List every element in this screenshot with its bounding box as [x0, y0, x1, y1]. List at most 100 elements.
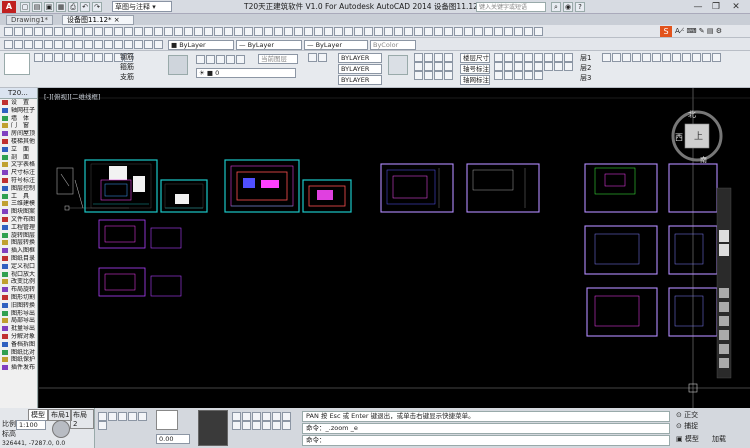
- tool-icon[interactable]: [254, 27, 263, 36]
- tool-icon[interactable]: [282, 421, 291, 430]
- tool-icon[interactable]: [444, 62, 453, 71]
- tool-icon[interactable]: [226, 55, 235, 64]
- tool-icon[interactable]: [214, 27, 223, 36]
- tianzheng-menu-item[interactable]: 定义视口: [0, 263, 37, 271]
- tool-icon[interactable]: [262, 421, 271, 430]
- minimize-button[interactable]: —: [690, 1, 706, 13]
- tool-icon[interactable]: [144, 40, 153, 49]
- tool-icon[interactable]: [104, 27, 113, 36]
- ime-icon[interactable]: S: [660, 26, 672, 37]
- tool-icon[interactable]: [424, 62, 433, 71]
- tool-icon[interactable]: [236, 55, 245, 64]
- tool-icon[interactable]: [414, 53, 423, 62]
- tianzheng-menu-item[interactable]: 布局旋转: [0, 286, 37, 294]
- tianzheng-menu-item[interactable]: 文字表格: [0, 161, 37, 169]
- tool-icon[interactable]: [124, 40, 133, 49]
- tool-icon[interactable]: [294, 27, 303, 36]
- tianzheng-menu-item[interactable]: 插入图框: [0, 247, 37, 255]
- snap-toggle[interactable]: ⊙ 捕捉: [676, 422, 698, 431]
- plotstyle-combo[interactable]: ByColor: [370, 40, 416, 50]
- tool-icon[interactable]: [504, 71, 513, 80]
- new-icon[interactable]: ▢: [20, 2, 30, 12]
- tool-icon[interactable]: [64, 27, 73, 36]
- tool-icon[interactable]: [464, 27, 473, 36]
- globe-icon[interactable]: [52, 420, 70, 438]
- layer-combo[interactable]: ☀ ■ 0: [196, 68, 296, 78]
- tool-icon[interactable]: [282, 412, 291, 421]
- tool-icon[interactable]: [384, 27, 393, 36]
- scale-combo[interactable]: 1:100: [16, 420, 46, 430]
- tool-icon[interactable]: [504, 27, 513, 36]
- tianzheng-menu-item[interactable]: 门 窗: [0, 122, 37, 130]
- tool-icon[interactable]: [154, 27, 163, 36]
- tool-icon[interactable]: [124, 27, 133, 36]
- tab-drawing1[interactable]: Drawing1*: [6, 15, 54, 25]
- model-space-toggle[interactable]: ▣ 模型: [676, 435, 699, 444]
- tool-icon[interactable]: [544, 53, 553, 62]
- color-combo[interactable]: ■ ByLayer: [168, 40, 234, 50]
- tool-icon[interactable]: [444, 27, 453, 36]
- tool-icon[interactable]: [264, 27, 273, 36]
- tool-icon[interactable]: [524, 62, 533, 71]
- tab-current-drawing[interactable]: 设备图11.12* ×: [62, 15, 134, 25]
- tool-icon[interactable]: [194, 27, 203, 36]
- tool-icon[interactable]: [314, 27, 323, 36]
- bylayer-combo-2[interactable]: BYLAYER: [338, 64, 382, 74]
- drawing-canvas[interactable]: [39, 88, 750, 408]
- tool-icon[interactable]: [318, 53, 327, 62]
- tool-icon[interactable]: [672, 53, 681, 62]
- open-icon[interactable]: ▤: [32, 2, 42, 12]
- viewport-controls-label[interactable]: [-][俯视][二维线框]: [44, 91, 101, 101]
- viewcube-north[interactable]: 北: [688, 109, 696, 120]
- viewcube-top-face[interactable]: 上: [694, 129, 703, 142]
- tool-icon[interactable]: [104, 53, 113, 62]
- tool-icon[interactable]: [216, 55, 225, 64]
- tool-icon[interactable]: [474, 27, 483, 36]
- tool-icon[interactable]: [174, 27, 183, 36]
- tool-icon[interactable]: [244, 27, 253, 36]
- tool-icon[interactable]: [304, 27, 313, 36]
- saveas-icon[interactable]: ▦: [56, 2, 66, 12]
- tool-icon[interactable]: [424, 53, 433, 62]
- tool-icon[interactable]: [662, 53, 671, 62]
- ucs-icon[interactable]: [156, 410, 178, 430]
- tool-icon[interactable]: [94, 53, 103, 62]
- tianzheng-menu-item[interactable]: 墙 体: [0, 115, 37, 123]
- tool-icon[interactable]: [84, 40, 93, 49]
- bylayer-combo-3[interactable]: BYLAYER: [338, 75, 382, 85]
- save-icon[interactable]: ▣: [44, 2, 54, 12]
- tool-icon[interactable]: [272, 421, 281, 430]
- tool-icon[interactable]: [94, 40, 103, 49]
- tool-icon[interactable]: [232, 421, 241, 430]
- tianzheng-menu-item[interactable]: 图块图案: [0, 208, 37, 216]
- tianzheng-menu-item[interactable]: 图纸保护: [0, 356, 37, 364]
- tool-icon[interactable]: [262, 412, 271, 421]
- tianzheng-menu-item[interactable]: 符号标注: [0, 177, 37, 185]
- tool-icon[interactable]: [54, 53, 63, 62]
- tianzheng-menu-item[interactable]: 改变比例: [0, 278, 37, 286]
- tool-icon[interactable]: [196, 55, 205, 64]
- tool-icon[interactable]: [564, 62, 573, 71]
- layout2-tab[interactable]: 布局2: [70, 409, 94, 429]
- far-right-label-3[interactable]: 层3: [580, 74, 591, 83]
- tool-icon[interactable]: [84, 53, 93, 62]
- redo-icon[interactable]: ↷: [92, 2, 102, 12]
- layer-list-combo[interactable]: 当前图层: [258, 54, 298, 64]
- tool-icon[interactable]: [232, 412, 241, 421]
- tool-icon[interactable]: [54, 40, 63, 49]
- tool-icon[interactable]: [424, 27, 433, 36]
- tool-icon[interactable]: [118, 412, 127, 421]
- tool-icon[interactable]: [444, 71, 453, 80]
- workspace-dropdown[interactable]: 草图与注释 ▾: [112, 1, 172, 12]
- tool-icon[interactable]: [712, 53, 721, 62]
- tool-icon[interactable]: [334, 27, 343, 36]
- tool-icon[interactable]: [252, 421, 261, 430]
- tianzheng-menu-item[interactable]: 批量导出: [0, 325, 37, 333]
- tianzheng-menu-item[interactable]: 设 置: [0, 99, 37, 107]
- tool-icon[interactable]: [74, 53, 83, 62]
- tool-icon[interactable]: [682, 53, 691, 62]
- tool-icon[interactable]: [84, 27, 93, 36]
- undo-icon[interactable]: ↶: [80, 2, 90, 12]
- tool-icon[interactable]: [632, 53, 641, 62]
- ortho-toggle[interactable]: ⊙ 正交: [676, 411, 698, 420]
